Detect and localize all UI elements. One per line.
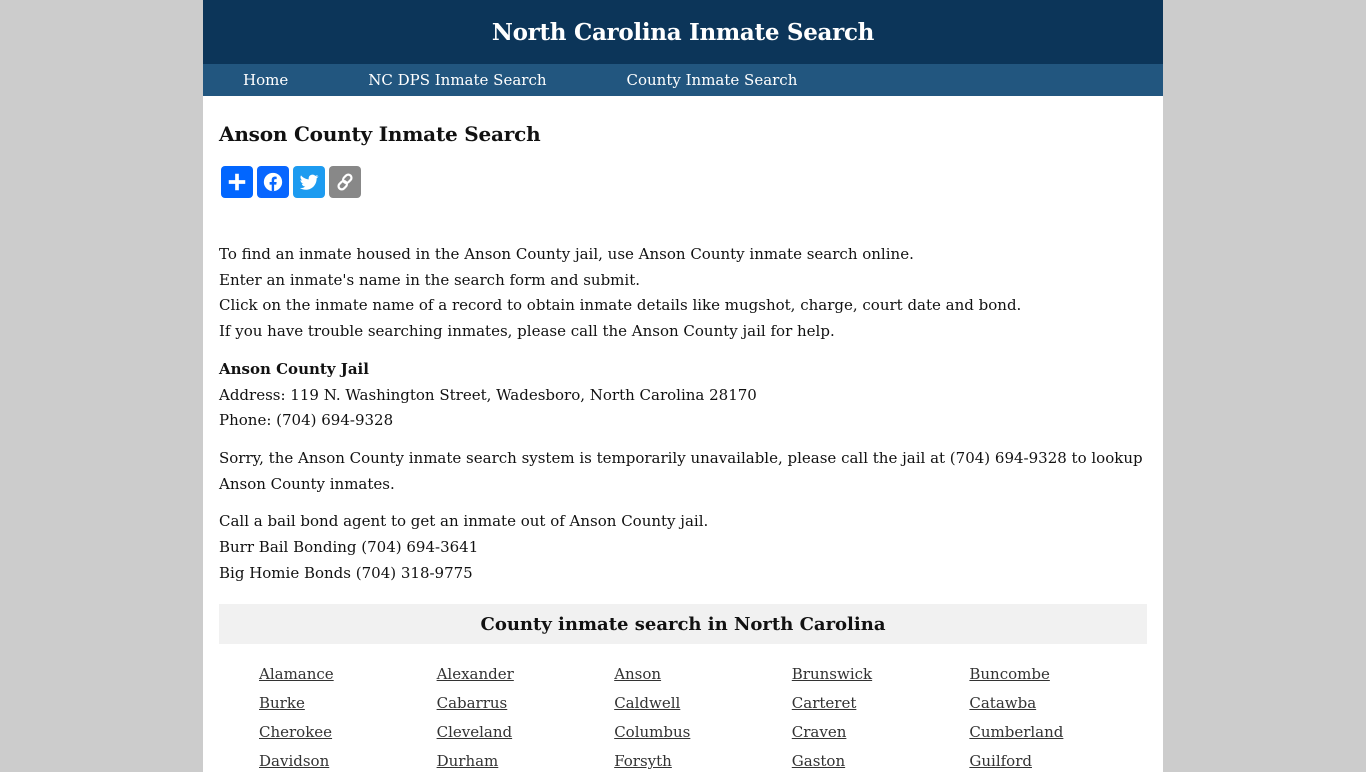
nav-nc-dps-inmate-search[interactable]: NC DPS Inmate Search: [368, 71, 546, 89]
nav-home[interactable]: Home: [243, 71, 288, 89]
share-button[interactable]: [221, 166, 253, 198]
page-container: North Carolina Inmate Search Home NC DPS…: [203, 0, 1163, 772]
county-link-caldwell[interactable]: Caldwell: [614, 693, 792, 714]
bail-agent: Burr Bail Bonding (704) 694-3641: [219, 538, 479, 557]
jail-address: Address: 119 N. Washington Street, Wades…: [219, 385, 757, 404]
facebook-share-button[interactable]: [257, 166, 289, 198]
county-section-title: County inmate search in North Carolina: [480, 613, 886, 635]
intro-line: To find an inmate housed in the Anson Co…: [219, 245, 914, 263]
main-content: Anson County Inmate Search To find an in…: [203, 96, 1163, 772]
jail-info: Anson County Jail Address: 119 N. Washin…: [219, 357, 1147, 434]
county-link-carteret[interactable]: Carteret: [792, 693, 970, 714]
bail-agent: Big Homie Bonds (704) 318-9775: [219, 563, 473, 582]
intro-paragraph: To find an inmate housed in the Anson Co…: [219, 242, 1147, 345]
county-section-header: County inmate search in North Carolina: [219, 604, 1147, 645]
bail-intro: Call a bail bond agent to get an inmate …: [219, 512, 709, 531]
bail-bond-info: Call a bail bond agent to get an inmate …: [219, 509, 1147, 586]
county-link-catawba[interactable]: Catawba: [969, 693, 1147, 714]
county-link-cabarrus[interactable]: Cabarrus: [437, 693, 615, 714]
county-link-columbus[interactable]: Columbus: [614, 722, 792, 743]
share-buttons: [221, 166, 1147, 198]
page-heading: Anson County Inmate Search: [219, 122, 541, 146]
copy-link-button[interactable]: [329, 166, 361, 198]
intro-line: If you have trouble searching inmates, p…: [219, 322, 835, 341]
county-link-gaston[interactable]: Gaston: [792, 751, 970, 772]
county-link-alamance[interactable]: Alamance: [259, 664, 437, 685]
county-links-grid: Alamance Alexander Anson Brunswick Buncombe B…: [219, 664, 1147, 772]
county-link-burke[interactable]: Burke: [259, 693, 437, 714]
site-header: North Carolina Inmate Search: [203, 0, 1163, 64]
plus-icon: [228, 173, 246, 191]
intro-line: Click on the inmate name of a record to …: [219, 296, 1022, 315]
county-link-cleveland[interactable]: Cleveland: [437, 722, 615, 743]
county-link-buncombe[interactable]: Buncombe: [969, 664, 1147, 685]
twitter-share-button[interactable]: [293, 166, 325, 198]
link-icon: [337, 173, 353, 191]
county-link-anson[interactable]: Anson: [614, 664, 792, 685]
county-link-alexander[interactable]: Alexander: [437, 664, 615, 685]
county-link-durham[interactable]: Durham: [437, 751, 615, 772]
unavailable-notice: Sorry, the Anson County inmate search sy…: [219, 448, 1143, 493]
county-link-cumberland[interactable]: Cumberland: [969, 722, 1147, 743]
site-title[interactable]: North Carolina Inmate Search: [492, 19, 874, 46]
county-link-guilford[interactable]: Guilford: [969, 751, 1147, 772]
jail-phone: Phone: (704) 694-9328: [219, 411, 394, 430]
county-link-cherokee[interactable]: Cherokee: [259, 722, 437, 743]
intro-line: Enter an inmate's name in the search for…: [219, 270, 640, 289]
nav-county-inmate-search[interactable]: County Inmate Search: [627, 71, 798, 89]
facebook-icon: [263, 172, 283, 192]
county-link-forsyth[interactable]: Forsyth: [614, 751, 792, 772]
main-nav: Home NC DPS Inmate Search County Inmate …: [203, 64, 1163, 96]
county-link-davidson[interactable]: Davidson: [259, 751, 437, 772]
county-link-craven[interactable]: Craven: [792, 722, 970, 743]
jail-name: Anson County Jail: [219, 359, 369, 378]
twitter-icon: [299, 174, 319, 190]
county-link-brunswick[interactable]: Brunswick: [792, 664, 970, 685]
